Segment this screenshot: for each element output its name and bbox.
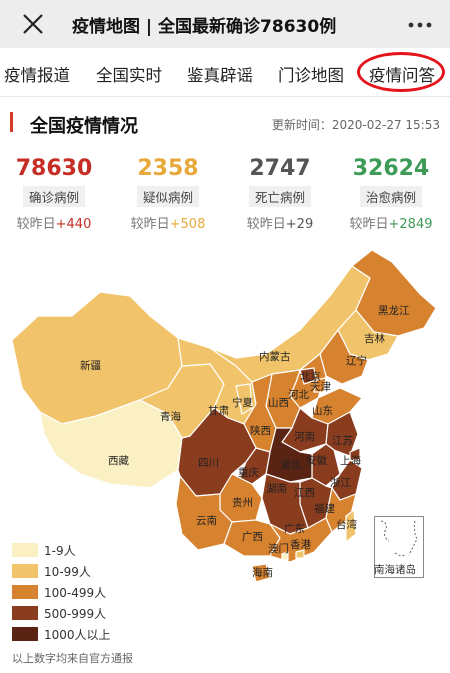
update-time: 更新时间：2020-02-27 15:53: [271, 118, 440, 132]
stat-suspected: 2358 疑似病例 较昨日+508: [118, 156, 218, 232]
label-anhui: 安徽: [306, 454, 327, 467]
section-accent: [10, 112, 13, 132]
stat-cured: 32624 治愈病例 较昨日+2849: [341, 156, 441, 232]
label-jiangsu: 江苏: [332, 434, 353, 447]
tab-realtime[interactable]: 全国实时: [96, 62, 162, 86]
label-jilin: 吉林: [364, 332, 385, 345]
stat-compare: 较昨日+29: [246, 217, 314, 232]
stat-compare: 较昨日+2849: [349, 217, 433, 232]
stat-compare: 较昨日+440: [16, 217, 92, 232]
highlight-circle: [357, 52, 445, 92]
tab-clinic-map[interactable]: 门诊地图: [278, 62, 344, 86]
label-aomen: 澳门: [268, 542, 289, 555]
label-yunnan: 云南: [196, 514, 217, 527]
label-zhejiang: 浙江: [330, 477, 351, 489]
stat-value: 2358: [137, 156, 199, 181]
label-fujian: 福建: [314, 502, 335, 515]
label-liaoning: 辽宁: [346, 354, 367, 367]
label-heilongjiang: 黑龙江: [378, 304, 410, 317]
label-hainan: 海南: [252, 566, 273, 579]
footnote: 以上数字均来自官方通报: [12, 652, 133, 665]
label-tianjin: 天津: [310, 381, 331, 393]
close-icon[interactable]: [18, 9, 48, 39]
page-title: 疫情地图 | 全国最新确诊78630例: [72, 17, 337, 37]
label-shanxi: 山西: [268, 397, 289, 409]
title-bar: 疫情地图 | 全国最新确诊78630例: [0, 0, 450, 48]
label-hunan: 湖南: [266, 482, 287, 495]
inset-islands-icon: [380, 520, 418, 557]
stat-deaths: 2747 死亡病例 较昨日+29: [230, 156, 330, 232]
label-xinjiang: 新疆: [80, 359, 101, 372]
label-hebei: 河北: [288, 389, 309, 401]
label-henan: 河南: [294, 430, 315, 443]
label-qinghai: 青海: [160, 410, 181, 423]
stat-compare: 较昨日+508: [130, 217, 206, 232]
tab-news[interactable]: 疫情报道: [4, 62, 70, 86]
label-hubei: 湖北: [280, 459, 301, 471]
section-title: 全国疫情情况: [30, 116, 138, 137]
legend-swatch: [12, 627, 38, 641]
label-xizang: 西藏: [108, 455, 129, 467]
label-chongqing: 重庆: [238, 466, 259, 479]
label-shaanxi: 陕西: [250, 424, 271, 437]
legend-swatch: [12, 564, 38, 578]
label-shanghai: 上海: [340, 454, 361, 467]
label-guangdong: 广东: [284, 522, 305, 535]
more-icon[interactable]: [408, 22, 432, 28]
label-guizhou: 贵州: [232, 496, 253, 509]
label-taiwan: 台湾: [336, 518, 357, 531]
legend-swatch: [12, 585, 38, 599]
label-sichuan: 四川: [198, 457, 219, 469]
legend-swatch: [12, 606, 38, 620]
inset-label: 南海诸岛: [374, 564, 416, 576]
label-neimenggu: 内蒙古: [259, 350, 291, 363]
label-shandong: 山东: [312, 404, 333, 417]
stat-value: 78630: [15, 156, 93, 181]
stat-label: 疑似病例: [136, 186, 199, 207]
legend-swatch: [12, 543, 38, 557]
stat-value: 32624: [352, 156, 430, 181]
province-xianggang[interactable]: [295, 549, 305, 559]
label-guangxi: 广西: [242, 531, 263, 543]
stat-confirmed: 78630 确诊病例 较昨日+440: [4, 156, 104, 232]
label-ningxia: 宁夏: [232, 396, 253, 409]
label-jiangxi: 江西: [294, 487, 315, 499]
stat-label: 确诊病例: [22, 186, 85, 207]
tab-rumor-check[interactable]: 鉴真辟谣: [187, 62, 253, 86]
stat-value: 2747: [249, 156, 311, 181]
stat-label: 治愈病例: [359, 186, 422, 207]
stat-label: 死亡病例: [248, 186, 311, 207]
label-xianggang: 香港: [290, 539, 311, 551]
label-gansu: 甘肃: [208, 404, 229, 417]
